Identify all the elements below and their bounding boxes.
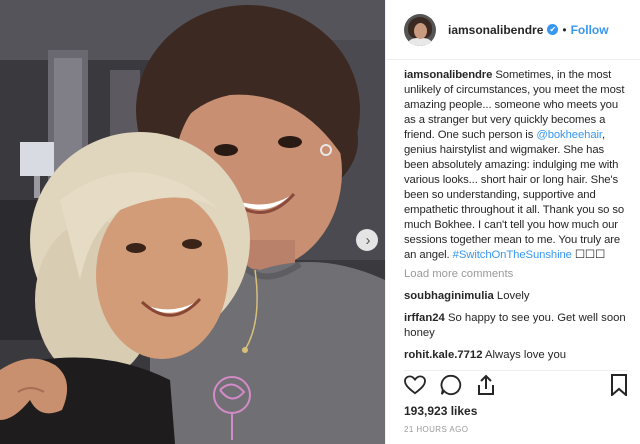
comment-item: soubhaginimulia Lovely bbox=[404, 289, 628, 304]
share-icon[interactable] bbox=[476, 374, 496, 396]
photo-illustration bbox=[0, 0, 385, 444]
verified-badge-icon: ✔ bbox=[547, 24, 559, 35]
follow-button[interactable]: Follow bbox=[571, 23, 609, 37]
post-side-panel: iamsonalibendre ✔ • Follow iamsonalibend… bbox=[385, 0, 640, 444]
avatar[interactable] bbox=[404, 13, 436, 46]
action-bar bbox=[404, 370, 628, 399]
post-photo[interactable]: › bbox=[0, 0, 385, 444]
post-header: iamsonalibendre ✔ • Follow bbox=[386, 0, 640, 60]
comments-section[interactable]: iamsonalibendre Sometimes, in the most u… bbox=[404, 68, 628, 368]
caption-emoji: ☐☐☐ bbox=[574, 249, 605, 261]
comment-icon[interactable] bbox=[440, 374, 462, 396]
next-photo-button[interactable]: › bbox=[356, 229, 378, 251]
comment-username[interactable]: soubhaginimulia bbox=[404, 290, 494, 302]
comment-username[interactable]: rohit.kale.7712 bbox=[404, 349, 483, 361]
comment-text: Always love you bbox=[485, 349, 567, 361]
comment-text: Lovely bbox=[496, 290, 530, 302]
instagram-post: › iamsonalibendre ✔ • Follow iamsonalibe… bbox=[0, 0, 640, 444]
caption-text-2: , genius hairstylist and wigmaker. She h… bbox=[404, 129, 625, 261]
header-username[interactable]: iamsonalibendre bbox=[448, 23, 543, 37]
header-separator: • bbox=[562, 22, 567, 37]
comment-username[interactable]: irffan24 bbox=[404, 312, 445, 324]
caption-hashtag-link[interactable]: #SwitchOnTheSunshine bbox=[453, 249, 572, 261]
bookmark-icon[interactable] bbox=[610, 374, 628, 396]
post-timestamp: 21 HOURS AGO bbox=[404, 425, 469, 434]
comment-item: irffan24 So happy to see you. Get well s… bbox=[404, 311, 628, 341]
heart-icon[interactable] bbox=[404, 375, 426, 395]
chevron-right-icon: › bbox=[365, 231, 371, 249]
load-more-comments-link[interactable]: Load more comments bbox=[404, 267, 628, 282]
likes-count[interactable]: 193,923 likes bbox=[404, 404, 477, 418]
caption-username[interactable]: iamsonalibendre bbox=[404, 69, 492, 81]
post-caption: iamsonalibendre Sometimes, in the most u… bbox=[404, 68, 628, 263]
caption-mention-link[interactable]: @bokheehair bbox=[536, 129, 602, 141]
comment-item: rohit.kale.7712 Always love you bbox=[404, 348, 628, 363]
